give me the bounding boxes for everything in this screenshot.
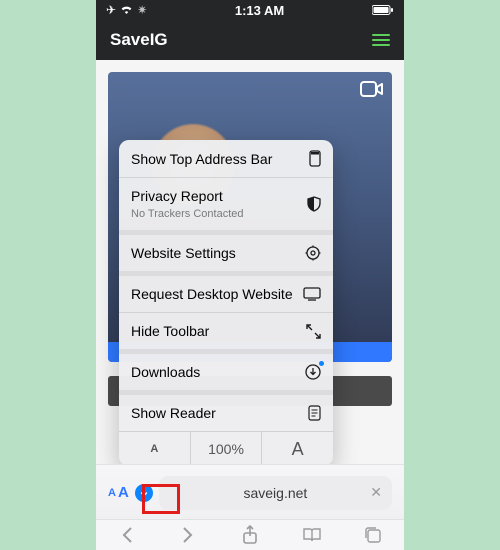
aa-small: A	[108, 487, 116, 499]
safari-toolbar	[96, 519, 404, 550]
menu-label-wrap: Privacy Report No Trackers Contacted	[131, 188, 244, 220]
text-size-value[interactable]: 100%	[190, 432, 262, 466]
hamburger-icon[interactable]	[372, 34, 390, 46]
video-icon	[360, 80, 384, 98]
menu-show-reader[interactable]: Show Reader	[119, 395, 333, 431]
url-host: saveig.net	[243, 485, 307, 501]
menu-website-settings[interactable]: Website Settings	[119, 235, 333, 276]
back-button[interactable]	[117, 525, 137, 545]
phone-frame: ✈︎ ✷ 1:13 AM SaveIG Sh	[96, 0, 404, 550]
close-icon[interactable]: ✕	[370, 484, 382, 501]
phone-top-icon	[309, 150, 321, 167]
bookmarks-button[interactable]	[302, 525, 322, 545]
menu-label: Show Top Address Bar	[131, 151, 272, 167]
status-time: 1:13 AM	[235, 3, 284, 18]
shield-icon	[307, 196, 321, 212]
menu-label: Website Settings	[131, 245, 236, 261]
text-size-row: A 100% A	[119, 431, 333, 466]
menu-hide-toolbar[interactable]: Hide Toolbar	[119, 313, 333, 354]
menu-label: Request Desktop Website	[131, 286, 293, 302]
status-right	[372, 5, 394, 15]
site-header: SaveIG	[96, 20, 404, 60]
menu-privacy-report[interactable]: Privacy Report No Trackers Contacted	[119, 178, 333, 235]
url-field[interactable]: saveig.net ✕	[159, 476, 392, 510]
menu-label: Show Reader	[131, 405, 216, 421]
tabs-button[interactable]	[363, 525, 383, 545]
menu-label: Privacy Report	[131, 188, 223, 204]
aa-big: A	[118, 484, 129, 501]
reader-icon	[308, 405, 321, 421]
menu-label: Downloads	[131, 364, 200, 380]
menu-request-desktop[interactable]: Request Desktop Website	[119, 276, 333, 313]
expand-icon	[306, 324, 321, 339]
desktop-icon	[303, 287, 321, 301]
menu-sublabel: No Trackers Contacted	[131, 208, 244, 220]
airplane-icon: ✈︎	[106, 3, 116, 17]
battery-icon	[372, 5, 394, 15]
wifi-icon	[120, 5, 133, 15]
safari-url-bar: AA saveig.net ✕	[96, 464, 404, 520]
aa-button[interactable]: AA	[108, 484, 129, 501]
loading-icon: ✷	[137, 3, 147, 17]
forward-button[interactable]	[178, 525, 198, 545]
page-settings-popover: Show Top Address Bar Privacy Report No T…	[119, 140, 333, 466]
menu-show-top-address-bar[interactable]: Show Top Address Bar	[119, 140, 333, 178]
download-indicator-icon[interactable]	[135, 484, 153, 502]
download-circle-icon	[305, 364, 321, 380]
menu-label: Hide Toolbar	[131, 323, 209, 339]
ios-status-bar: ✈︎ ✷ 1:13 AM	[96, 0, 404, 20]
site-title: SaveIG	[110, 30, 168, 50]
share-button[interactable]	[240, 525, 260, 545]
text-size-increase[interactable]: A	[261, 432, 333, 466]
gear-icon	[305, 245, 321, 261]
text-size-decrease[interactable]: A	[119, 432, 190, 466]
menu-downloads[interactable]: Downloads	[119, 354, 333, 395]
status-left: ✈︎ ✷	[106, 3, 147, 17]
